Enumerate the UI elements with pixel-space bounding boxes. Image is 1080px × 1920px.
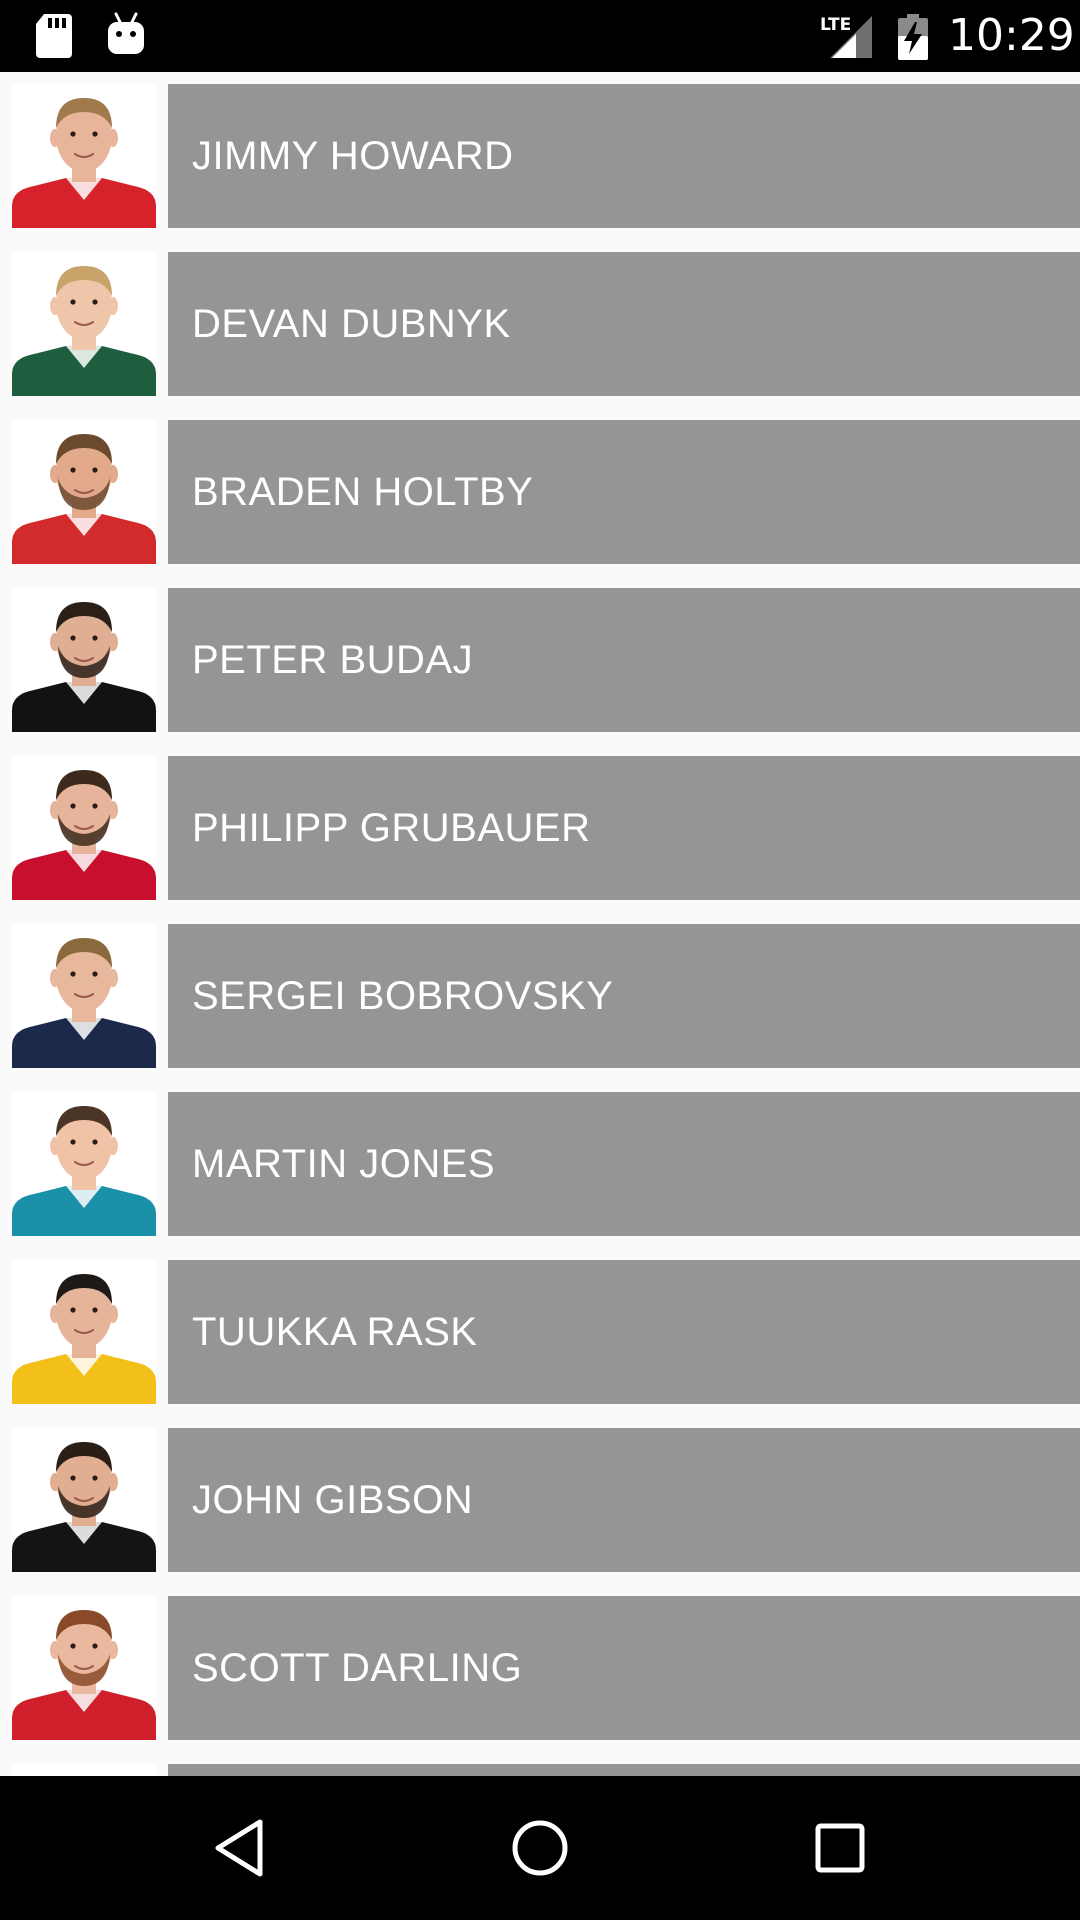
player-name-button[interactable]: JIMMY HOWARD <box>168 84 1080 228</box>
player-name: SCOTT DARLING <box>192 1646 523 1690</box>
navigation-bar <box>0 1776 1080 1920</box>
player-name-button[interactable]: JOHN GIBSON <box>168 1428 1080 1572</box>
list-item[interactable]: TUUKKA RASK <box>0 1260 1080 1404</box>
sd-card-icon <box>36 14 72 58</box>
player-avatar <box>12 1092 156 1236</box>
player-avatar <box>12 420 156 564</box>
status-bar: LTE 10:29 <box>0 0 1080 72</box>
recents-icon[interactable] <box>804 1812 876 1884</box>
list-item[interactable]: JIMMY HOWARD <box>0 84 1080 228</box>
player-avatar <box>12 924 156 1068</box>
list-item[interactable]: PETER BUDAJ <box>0 588 1080 732</box>
player-photo-icon <box>12 1260 156 1404</box>
player-avatar <box>12 1260 156 1404</box>
list-item[interactable]: BRADEN HOLTBY <box>0 420 1080 564</box>
player-avatar <box>12 1428 156 1572</box>
player-photo-icon <box>12 588 156 732</box>
list-item[interactable] <box>0 1764 1080 1776</box>
player-name: SERGEI BOBROVSKY <box>192 974 614 1018</box>
player-name-button[interactable]: DEVAN DUBNYK <box>168 252 1080 396</box>
player-name-button[interactable]: MARTIN JONES <box>168 1092 1080 1236</box>
player-name: JIMMY HOWARD <box>192 134 514 178</box>
status-time: 10:29 <box>948 10 1075 61</box>
player-photo-icon <box>12 924 156 1068</box>
player-photo-icon <box>12 756 156 900</box>
battery-charging-icon <box>898 14 928 60</box>
player-name-button[interactable]: SCOTT DARLING <box>168 1596 1080 1740</box>
player-name: TUUKKA RASK <box>192 1310 478 1354</box>
player-photo-icon <box>12 420 156 564</box>
player-photo-icon <box>12 1596 156 1740</box>
list-item[interactable]: PHILIPP GRUBAUER <box>0 756 1080 900</box>
player-photo-icon <box>12 1428 156 1572</box>
player-name: PETER BUDAJ <box>192 638 474 682</box>
list-item[interactable]: DEVAN DUBNYK <box>0 252 1080 396</box>
player-name: MARTIN JONES <box>192 1142 496 1186</box>
player-name-button[interactable]: BRADEN HOLTBY <box>168 420 1080 564</box>
player-name: DEVAN DUBNYK <box>192 302 511 346</box>
network-type-label: LTE <box>820 15 851 35</box>
android-icon <box>108 12 144 54</box>
list-item[interactable]: SERGEI BOBROVSKY <box>0 924 1080 1068</box>
player-avatar <box>12 252 156 396</box>
signal-icon: LTE <box>820 15 872 58</box>
player-name-button[interactable]: TUUKKA RASK <box>168 1260 1080 1404</box>
player-avatar <box>12 84 156 228</box>
player-name: BRADEN HOLTBY <box>192 470 534 514</box>
player-avatar <box>12 1764 156 1776</box>
player-name-button[interactable]: PETER BUDAJ <box>168 588 1080 732</box>
player-photo-icon <box>12 1092 156 1236</box>
player-photo-icon <box>12 1764 156 1776</box>
player-name-button[interactable]: SERGEI BOBROVSKY <box>168 924 1080 1068</box>
list-item[interactable]: SCOTT DARLING <box>0 1596 1080 1740</box>
player-avatar <box>12 1596 156 1740</box>
home-icon[interactable] <box>504 1812 576 1884</box>
goalie-list[interactable]: JIMMY HOWARD DEVAN DUBNYK BRADEN HOLTBY PET… <box>0 72 1080 1776</box>
player-photo-icon <box>12 84 156 228</box>
list-item[interactable]: JOHN GIBSON <box>0 1428 1080 1572</box>
player-name-button[interactable] <box>168 1764 1080 1776</box>
back-icon[interactable] <box>204 1812 276 1884</box>
player-name: PHILIPP GRUBAUER <box>192 806 591 850</box>
player-name: JOHN GIBSON <box>192 1478 474 1522</box>
player-avatar <box>12 588 156 732</box>
player-avatar <box>12 756 156 900</box>
player-photo-icon <box>12 252 156 396</box>
list-item[interactable]: MARTIN JONES <box>0 1092 1080 1236</box>
player-name-button[interactable]: PHILIPP GRUBAUER <box>168 756 1080 900</box>
